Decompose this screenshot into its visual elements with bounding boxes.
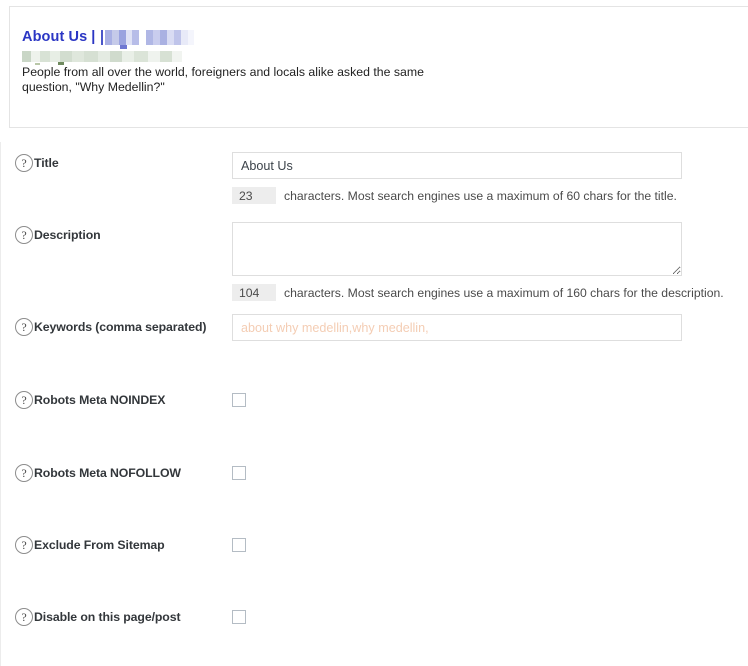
snippet-url-redacted xyxy=(22,51,182,66)
label-cell-robots-nofollow: ? Robots Meta NOFOLLOW xyxy=(15,464,181,482)
snippet-title-row: About Us | xyxy=(22,29,748,49)
label-cell-disable-page: ? Disable on this page/post xyxy=(15,608,181,626)
checkbox-exclude-sitemap[interactable] xyxy=(232,538,246,552)
snippet-preview-content: About Us | People from all over the worl… xyxy=(10,7,748,95)
question-mark-icon[interactable]: ? xyxy=(15,536,33,554)
field-cell-disable-page xyxy=(232,610,246,624)
label-keywords: Keywords (comma separated) xyxy=(34,320,207,334)
label-robots-nofollow: Robots Meta NOFOLLOW xyxy=(34,466,181,480)
label-cell-keywords: ? Keywords (comma separated) xyxy=(15,318,206,336)
snippet-preview-box: About Us | People from all over the worl… xyxy=(9,6,748,128)
label-exclude-sitemap: Exclude From Sitemap xyxy=(34,538,165,552)
row-robots-nofollow: ? Robots Meta NOFOLLOW xyxy=(1,450,748,522)
field-cell-robots-noindex xyxy=(232,393,246,407)
question-mark-icon[interactable]: ? xyxy=(15,391,33,409)
title-counter-row: characters. Most search engines use a ma… xyxy=(232,187,682,204)
field-cell-robots-nofollow xyxy=(232,466,246,480)
keywords-input[interactable] xyxy=(232,314,682,341)
question-mark-icon[interactable]: ? xyxy=(15,608,33,626)
description-counter-hint: characters. Most search engines use a ma… xyxy=(284,285,724,300)
title-character-count xyxy=(232,187,276,204)
snippet-sitename-redacted xyxy=(101,29,195,49)
question-mark-icon[interactable]: ? xyxy=(15,226,33,244)
label-disable-page: Disable on this page/post xyxy=(34,610,181,624)
row-exclude-sitemap: ? Exclude From Sitemap xyxy=(1,522,748,594)
question-mark-icon[interactable]: ? xyxy=(15,154,33,172)
label-cell-title: ? Title xyxy=(15,154,59,172)
question-mark-icon[interactable]: ? xyxy=(15,318,33,336)
snippet-description: People from all over the world, foreigne… xyxy=(22,65,424,94)
seo-settings-form: ? Title characters. Most search engines … xyxy=(0,142,748,666)
field-cell-keywords xyxy=(232,314,682,341)
checkbox-robots-nofollow[interactable] xyxy=(232,466,246,480)
label-robots-noindex: Robots Meta NOINDEX xyxy=(34,393,166,407)
label-title: Title xyxy=(34,156,59,170)
description-textarea[interactable] xyxy=(232,222,682,276)
question-mark-icon[interactable]: ? xyxy=(15,464,33,482)
title-input[interactable] xyxy=(232,152,682,179)
label-cell-description: ? Description xyxy=(15,226,101,244)
row-keywords: ? Keywords (comma separated) xyxy=(1,306,748,378)
checkbox-robots-noindex[interactable] xyxy=(232,393,246,407)
row-robots-noindex: ? Robots Meta NOINDEX xyxy=(1,378,748,450)
label-cell-robots-noindex: ? Robots Meta NOINDEX xyxy=(15,391,165,409)
label-cell-exclude-sitemap: ? Exclude From Sitemap xyxy=(15,536,165,554)
snippet-title-separator: | xyxy=(91,29,96,45)
snippet-title[interactable]: About Us xyxy=(22,29,87,45)
row-description: ? Description characters. Most search en… xyxy=(1,214,748,306)
title-counter-hint: characters. Most search engines use a ma… xyxy=(284,188,677,203)
field-cell-description: characters. Most search engines use a ma… xyxy=(232,222,724,301)
row-title: ? Title characters. Most search engines … xyxy=(1,142,748,214)
field-cell-exclude-sitemap xyxy=(232,538,246,552)
description-character-count xyxy=(232,284,276,301)
row-disable-page: ? Disable on this page/post xyxy=(1,594,748,666)
description-counter-row: characters. Most search engines use a ma… xyxy=(232,284,724,301)
field-cell-title: characters. Most search engines use a ma… xyxy=(232,152,682,204)
checkbox-disable-page[interactable] xyxy=(232,610,246,624)
label-description: Description xyxy=(34,228,101,242)
